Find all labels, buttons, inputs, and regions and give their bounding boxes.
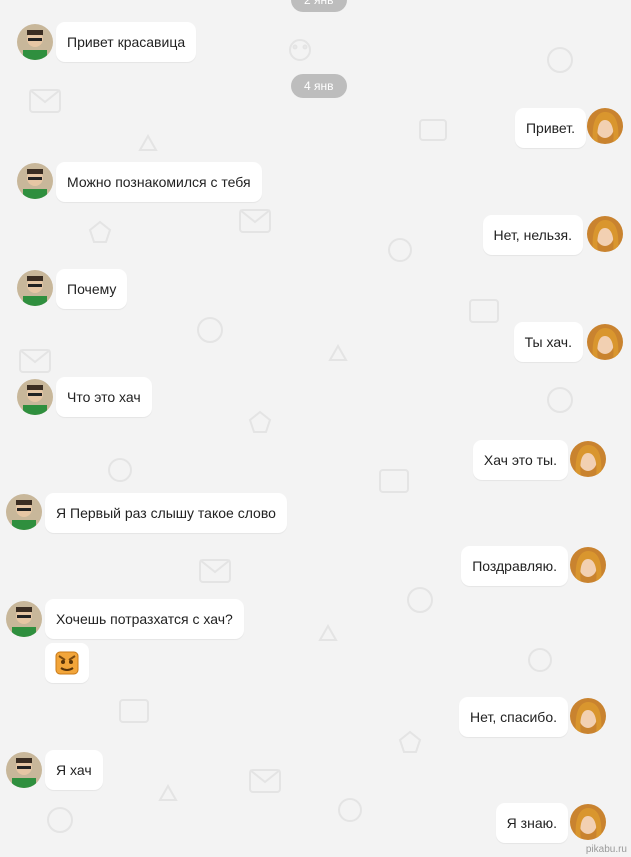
message-bubble-incoming[interactable]: Я Первый раз слышу такое слово xyxy=(45,493,287,533)
message-bubble-incoming[interactable]: Хочешь потразхатся с хач? xyxy=(45,599,244,639)
message-text: Что это хач xyxy=(67,389,141,405)
message-text: Почему xyxy=(67,281,117,297)
message-text: Можно познакомился с тебя xyxy=(67,174,251,190)
sticker-message[interactable] xyxy=(45,643,89,683)
message-bubble-incoming[interactable]: Что это хач xyxy=(56,377,152,417)
avatar-contact[interactable] xyxy=(17,270,53,306)
avatar-self[interactable] xyxy=(570,804,606,840)
avatar-contact[interactable] xyxy=(17,163,53,199)
avatar-self[interactable] xyxy=(570,547,606,583)
avatar-contact[interactable] xyxy=(6,752,42,788)
message-text: Привет красавица xyxy=(67,34,186,50)
message-text: Я хач xyxy=(56,762,92,778)
message-bubble-incoming[interactable]: Привет красавица xyxy=(56,22,197,62)
message-text: Нет, спасибо. xyxy=(470,709,557,725)
message-bubble-incoming[interactable]: Я хач xyxy=(45,750,103,790)
avatar-contact[interactable] xyxy=(17,379,53,415)
message-bubble-outgoing[interactable]: Хач это ты. xyxy=(472,440,568,480)
message-text: Я знаю. xyxy=(506,815,557,831)
chat-history[interactable]: 2 янв 4 янв Привет красавица Привет. Мож… xyxy=(0,0,631,857)
message-bubble-incoming[interactable]: Почему xyxy=(56,269,128,309)
date-separator: 4 янв xyxy=(291,74,347,98)
message-text: Я Первый раз слышу такое слово xyxy=(56,505,276,521)
avatar-self[interactable] xyxy=(587,324,623,360)
message-text: Поздравляю. xyxy=(472,558,557,574)
avatar-contact[interactable] xyxy=(17,24,53,60)
message-text: Хач это ты. xyxy=(483,452,557,468)
avatar-self[interactable] xyxy=(570,441,606,477)
message-text: Ты хач. xyxy=(524,334,572,350)
message-bubble-outgoing[interactable]: Я знаю. xyxy=(495,803,568,843)
message-bubble-outgoing[interactable]: Нет, нельзя. xyxy=(482,215,583,255)
message-text: Хочешь потразхатся с хач? xyxy=(56,611,233,627)
avatar-contact[interactable] xyxy=(6,601,42,637)
avatar-contact[interactable] xyxy=(6,494,42,530)
date-separator: 2 янв xyxy=(291,0,347,12)
message-bubble-outgoing[interactable]: Ты хач. xyxy=(513,322,583,362)
message-text: Нет, нельзя. xyxy=(493,227,572,243)
watermark: pikabu.ru xyxy=(585,844,627,855)
avatar-self[interactable] xyxy=(587,216,623,252)
message-bubble-outgoing[interactable]: Привет. xyxy=(514,108,586,148)
message-bubble-outgoing[interactable]: Поздравляю. xyxy=(461,546,568,586)
avatar-self[interactable] xyxy=(587,108,623,144)
smiley-sticker-icon xyxy=(55,651,79,675)
message-text: Привет. xyxy=(525,120,575,136)
message-bubble-incoming[interactable]: Можно познакомился с тебя xyxy=(56,162,262,202)
message-bubble-outgoing[interactable]: Нет, спасибо. xyxy=(459,697,568,737)
avatar-self[interactable] xyxy=(570,698,606,734)
